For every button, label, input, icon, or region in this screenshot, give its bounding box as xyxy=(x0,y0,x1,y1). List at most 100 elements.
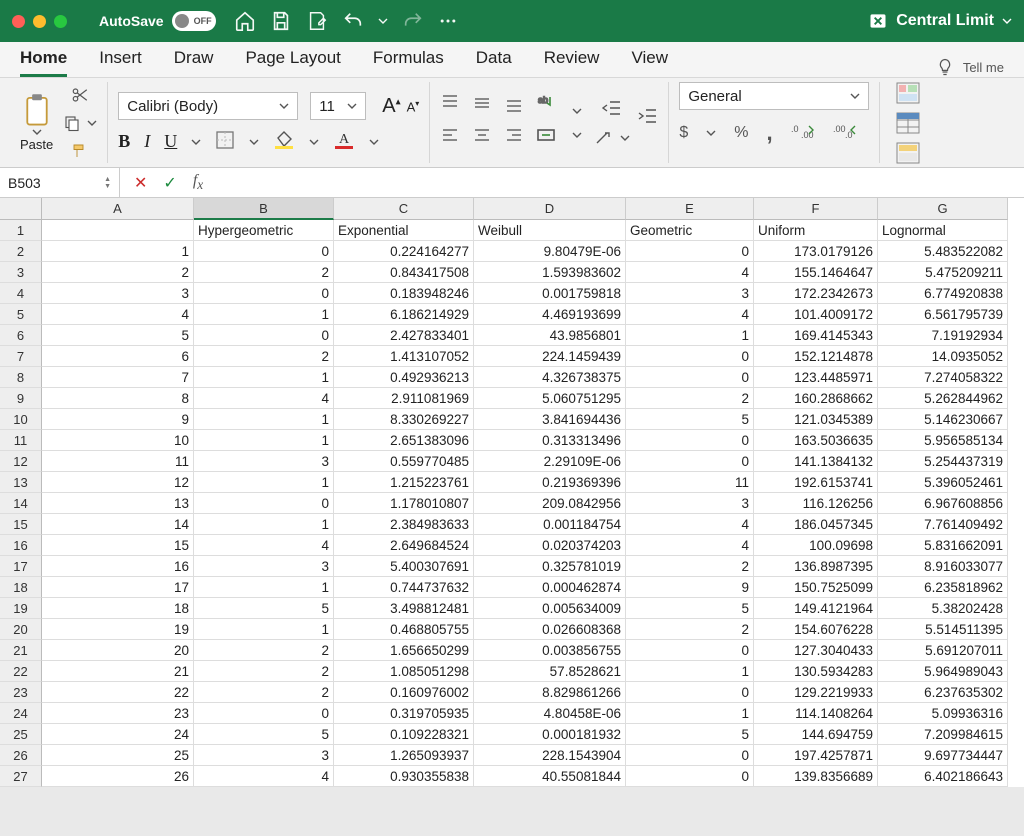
cell-B19[interactable]: 5 xyxy=(194,598,334,619)
cell-A15[interactable]: 14 xyxy=(42,514,194,535)
tab-data[interactable]: Data xyxy=(476,48,512,77)
cell-D3[interactable]: 1.593983602 xyxy=(474,262,626,283)
cell-F19[interactable]: 149.4121964 xyxy=(754,598,878,619)
cell-E4[interactable]: 3 xyxy=(626,283,754,304)
cell-G24[interactable]: 5.09936316 xyxy=(878,703,1008,724)
cell-G8[interactable]: 7.274058322 xyxy=(878,367,1008,388)
window-close-icon[interactable] xyxy=(12,15,25,28)
cell-D2[interactable]: 9.80479E-06 xyxy=(474,241,626,262)
cell-C9[interactable]: 2.911081969 xyxy=(334,388,474,409)
cell-E15[interactable]: 4 xyxy=(626,514,754,535)
fill-color-button[interactable] xyxy=(273,130,295,153)
cell-F10[interactable]: 121.0345389 xyxy=(754,409,878,430)
cell-B4[interactable]: 0 xyxy=(194,283,334,304)
row-header-6[interactable]: 6 xyxy=(0,325,42,346)
row-header-13[interactable]: 13 xyxy=(0,472,42,493)
cell-G7[interactable]: 14.0935052 xyxy=(878,346,1008,367)
cell-F7[interactable]: 152.1214878 xyxy=(754,346,878,367)
row-header-5[interactable]: 5 xyxy=(0,304,42,325)
cell-E21[interactable]: 0 xyxy=(626,640,754,661)
cell-B23[interactable]: 2 xyxy=(194,682,334,703)
tell-me-search[interactable]: Tell me xyxy=(935,57,1004,77)
copy-dropdown-caret-icon[interactable] xyxy=(87,118,97,128)
cell-D26[interactable]: 228.1543904 xyxy=(474,745,626,766)
cell-D12[interactable]: 2.29109E-06 xyxy=(474,451,626,472)
row-header-14[interactable]: 14 xyxy=(0,493,42,514)
cell-D4[interactable]: 0.001759818 xyxy=(474,283,626,304)
wrap-dropdown-caret-icon[interactable] xyxy=(572,106,582,116)
align-left-button[interactable] xyxy=(440,125,468,153)
borders-button[interactable] xyxy=(215,130,235,153)
cell-F25[interactable]: 144.694759 xyxy=(754,724,878,745)
cell-G13[interactable]: 5.396052461 xyxy=(878,472,1008,493)
font-family-select[interactable]: Calibri (Body) xyxy=(118,92,298,120)
cell-F24[interactable]: 114.1408264 xyxy=(754,703,878,724)
cell-D14[interactable]: 209.0842956 xyxy=(474,493,626,514)
cell-A14[interactable]: 13 xyxy=(42,493,194,514)
cell-B22[interactable]: 2 xyxy=(194,661,334,682)
cell-D20[interactable]: 0.026608368 xyxy=(474,619,626,640)
cell-B8[interactable]: 1 xyxy=(194,367,334,388)
cell-D5[interactable]: 4.469193699 xyxy=(474,304,626,325)
cell-D19[interactable]: 0.005634009 xyxy=(474,598,626,619)
cell-C6[interactable]: 2.427833401 xyxy=(334,325,474,346)
row-header-9[interactable]: 9 xyxy=(0,388,42,409)
cell-E7[interactable]: 0 xyxy=(626,346,754,367)
cell-F17[interactable]: 136.8987395 xyxy=(754,556,878,577)
cell-A10[interactable]: 9 xyxy=(42,409,194,430)
cell-A20[interactable]: 19 xyxy=(42,619,194,640)
cell-G15[interactable]: 7.761409492 xyxy=(878,514,1008,535)
bold-button[interactable]: B xyxy=(118,131,130,152)
cell-F13[interactable]: 192.6153741 xyxy=(754,472,878,493)
cell-B5[interactable]: 1 xyxy=(194,304,334,325)
cell-E19[interactable]: 5 xyxy=(626,598,754,619)
cell-B6[interactable]: 0 xyxy=(194,325,334,346)
cell-E5[interactable]: 4 xyxy=(626,304,754,325)
cell-B13[interactable]: 1 xyxy=(194,472,334,493)
row-header-24[interactable]: 24 xyxy=(0,703,42,724)
row-header-15[interactable]: 15 xyxy=(0,514,42,535)
row-header-2[interactable]: 2 xyxy=(0,241,42,262)
tab-view[interactable]: View xyxy=(631,48,668,77)
name-box[interactable]: B503 ▲▼ xyxy=(0,168,120,197)
cell-F14[interactable]: 116.126256 xyxy=(754,493,878,514)
row-header-12[interactable]: 12 xyxy=(0,451,42,472)
cell-A7[interactable]: 6 xyxy=(42,346,194,367)
cell-B10[interactable]: 1 xyxy=(194,409,334,430)
cell-D25[interactable]: 0.000181932 xyxy=(474,724,626,745)
paste-dropdown-caret-icon[interactable] xyxy=(32,127,42,137)
cell-F22[interactable]: 130.5934283 xyxy=(754,661,878,682)
cell-G9[interactable]: 5.262844962 xyxy=(878,388,1008,409)
align-middle-button[interactable] xyxy=(472,93,500,121)
window-zoom-icon[interactable] xyxy=(54,15,67,28)
cell-A23[interactable]: 22 xyxy=(42,682,194,703)
cell-D9[interactable]: 5.060751295 xyxy=(474,388,626,409)
row-header-17[interactable]: 17 xyxy=(0,556,42,577)
column-header-C[interactable]: C xyxy=(334,198,474,220)
cell-D24[interactable]: 4.80458E-06 xyxy=(474,703,626,724)
cell-D23[interactable]: 8.829861266 xyxy=(474,682,626,703)
cell-B18[interactable]: 1 xyxy=(194,577,334,598)
cell-E24[interactable]: 1 xyxy=(626,703,754,724)
save-as-icon[interactable] xyxy=(306,10,328,32)
cell-D17[interactable]: 0.325781019 xyxy=(474,556,626,577)
cell-C2[interactable]: 0.224164277 xyxy=(334,241,474,262)
cell-C12[interactable]: 0.559770485 xyxy=(334,451,474,472)
row-header-19[interactable]: 19 xyxy=(0,598,42,619)
align-right-button[interactable] xyxy=(504,125,532,153)
cell-F9[interactable]: 160.2868662 xyxy=(754,388,878,409)
cell-A17[interactable]: 16 xyxy=(42,556,194,577)
cell-F5[interactable]: 101.4009172 xyxy=(754,304,878,325)
row-header-25[interactable]: 25 xyxy=(0,724,42,745)
cell-C25[interactable]: 0.109228321 xyxy=(334,724,474,745)
cell-C11[interactable]: 2.651383096 xyxy=(334,430,474,451)
cell-F6[interactable]: 169.4145343 xyxy=(754,325,878,346)
font-color-button[interactable]: A xyxy=(333,130,355,153)
cell-A27[interactable]: 26 xyxy=(42,766,194,787)
cell-A5[interactable]: 4 xyxy=(42,304,194,325)
cell-G14[interactable]: 6.967608856 xyxy=(878,493,1008,514)
cell-A6[interactable]: 5 xyxy=(42,325,194,346)
cell-G18[interactable]: 6.235818962 xyxy=(878,577,1008,598)
cell-B12[interactable]: 3 xyxy=(194,451,334,472)
column-header-F[interactable]: F xyxy=(754,198,878,220)
